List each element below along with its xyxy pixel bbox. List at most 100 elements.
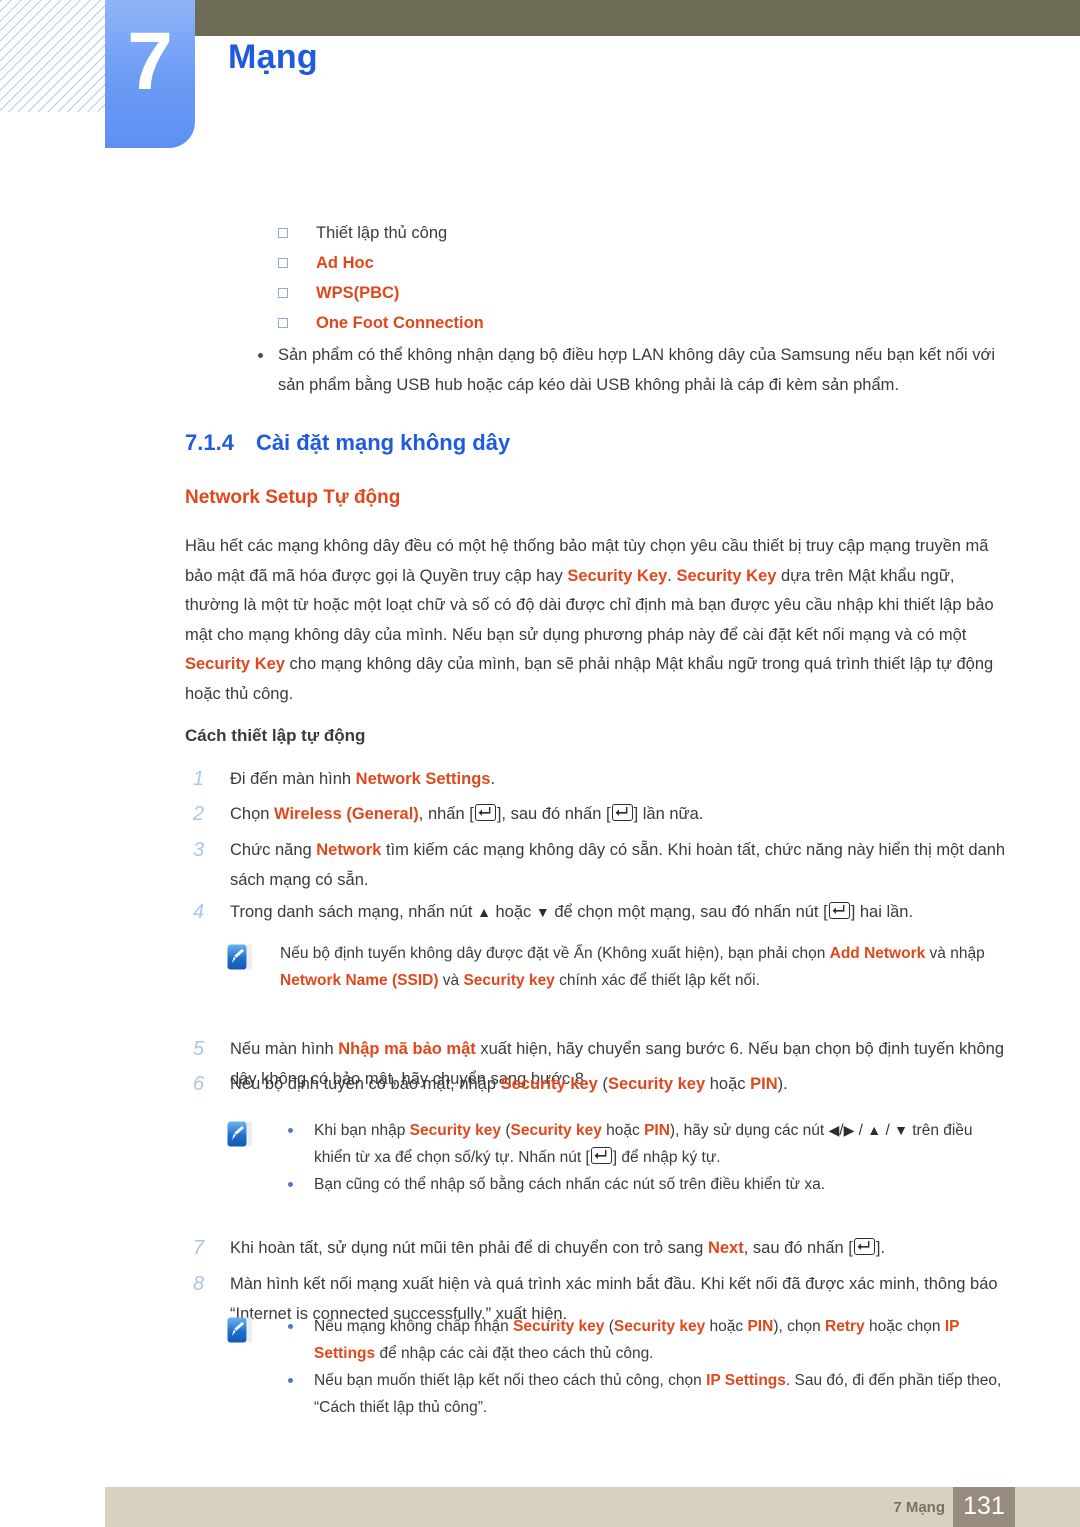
note-bullet-item: Bạn cũng có thể nhập số bằng cách nhấn c… (280, 1171, 1010, 1198)
round-bullet-icon (258, 353, 263, 358)
product-note-bullet: Sản phẩm có thể không nhận dạng bộ điều … (244, 340, 1013, 400)
square-bullet-icon (278, 258, 288, 268)
note-body: Nếu mạng không chấp nhận Security key (S… (280, 1313, 1010, 1421)
page-number: 131 (963, 1492, 1005, 1520)
step-text: Chọn Wireless (General), nhấn [], sau đó… (230, 804, 704, 823)
step-number: 1 (193, 768, 205, 790)
page-header: 7 Mạng (0, 0, 1080, 160)
keyword: Retry (825, 1318, 865, 1335)
keyword: Security key (613, 1318, 706, 1335)
square-bullet-icon (278, 228, 288, 238)
step-text: Đi đến màn hình Network Settings. (230, 770, 496, 788)
procedure-step: 4 Trong danh sách mạng, nhấn nút ▲ hoặc ▼… (185, 898, 1010, 928)
chapter-number: 7 (127, 16, 173, 107)
direction-arrow-icon: ▼ (894, 1122, 908, 1138)
direction-arrow-icon: ▼ (535, 904, 550, 920)
section-heading: 7.1.4 Cài đặt mạng không dây (185, 430, 510, 456)
keyword: Security key (513, 1318, 605, 1335)
keyword: Nhập mã bảo mật (338, 1040, 476, 1058)
list-item: One Foot Connection (278, 308, 1080, 338)
list-item: WPS(PBC) (278, 278, 1080, 308)
keyword: PIN (750, 1075, 778, 1093)
sub-bullet-label: Ad Hoc (316, 254, 374, 272)
keyword: Security key (409, 1122, 502, 1139)
feature-sub-bullet-list: Thiết lập thủ công Ad Hoc WPS(PBC) One Foot… (0, 218, 1080, 338)
step-number: 6 (193, 1073, 205, 1095)
sub-bullet-label: Thiết lập thủ công (316, 224, 448, 242)
chapter-title: Mạng (228, 38, 318, 76)
square-bullet-icon (278, 288, 288, 298)
step-text: Khi hoàn tất, sử dụng nút mũi tên phải đ… (230, 1238, 886, 1257)
note-pen-icon (227, 944, 253, 970)
note-bullet-item: Nếu bạn muốn thiết lập kết nối theo cách… (280, 1367, 1010, 1421)
step-number: 7 (193, 1237, 205, 1259)
section-subtitle: Network Setup Tự động (185, 487, 401, 508)
round-bullet-icon (288, 1324, 293, 1329)
keyword: Wireless (General) (274, 805, 419, 823)
step-number: 4 (193, 901, 205, 923)
square-bullet-icon (278, 318, 288, 328)
procedure-step: 1 Đi đến màn hình Network Settings. (185, 765, 1010, 795)
step-number: 3 (193, 839, 205, 861)
keyword: Add Network (829, 945, 926, 962)
note-line: Nếu bộ định tuyến không dây được đặt về … (280, 945, 985, 989)
keyword: PIN (644, 1122, 670, 1139)
note-pen-icon (227, 1317, 253, 1343)
step-text: Nếu bộ định tuyến có bảo mật, nhập Secur… (230, 1075, 788, 1093)
enter-key-icon (611, 804, 633, 821)
round-bullet-icon (288, 1182, 293, 1187)
round-bullet-icon (288, 1128, 293, 1133)
page-footer: 7 Mạng 131 (105, 1487, 1080, 1527)
section-title: Cài đặt mạng không dây (255, 430, 511, 455)
note-bullet-item: Khi bạn nhập Security key (Security key … (280, 1117, 1010, 1171)
chapter-tab: 7 (105, 0, 195, 148)
step-number: 8 (193, 1273, 205, 1295)
keyword: PIN (747, 1318, 774, 1335)
keyword: Security key (510, 1122, 602, 1139)
direction-arrow-icon: ◀ (828, 1122, 840, 1138)
note-box: Nếu bộ định tuyến không dây được đặt về … (185, 940, 1010, 994)
enter-key-icon (853, 1238, 875, 1255)
keyword: Security Key (567, 566, 668, 585)
enter-key-icon (474, 804, 496, 821)
step-number: 5 (193, 1038, 205, 1060)
direction-arrow-icon: ▲ (477, 904, 491, 920)
keyword: Network Settings (355, 770, 491, 788)
step-number: 2 (193, 803, 205, 825)
section-number: 7.1.4 (185, 430, 234, 455)
note-body: Nếu bộ định tuyến không dây được đặt về … (280, 940, 1010, 994)
sub-bullet-label: WPS(PBC) (316, 284, 400, 302)
direction-arrow-icon: ▲ (867, 1122, 882, 1138)
sub-bullet-label: One Foot Connection (316, 314, 484, 332)
enter-key-icon (828, 902, 850, 919)
list-item: Ad Hoc (278, 248, 1080, 278)
list-item: Thiết lập thủ công (278, 218, 1080, 248)
step-text: Chức năng Network tìm kiếm các mạng khôn… (230, 841, 1006, 889)
keyword: Security key (607, 1075, 706, 1093)
note-box: Nếu mạng không chấp nhận Security key (S… (185, 1313, 1010, 1421)
keyword: Network Name (SSID) (280, 972, 439, 989)
keyword: Security Key (185, 655, 285, 673)
note-box: Khi bạn nhập Security key (Security key … (185, 1117, 1010, 1198)
keyword: Security key (500, 1075, 598, 1093)
step-text: Trong danh sách mạng, nhấn nút ▲ hoặc ▼ … (230, 902, 914, 921)
body-paragraph: Hầu hết các mạng không dây đều có một hệ… (185, 537, 994, 703)
product-note-line-1: Sản phẩm có thể không nhận dạng bộ điều … (278, 346, 968, 364)
procedure-step: 6 Nếu bộ định tuyến có bảo mật, nhập Secu… (185, 1070, 1010, 1100)
procedure-step: 7 Khi hoàn tất, sử dụng nút mũi tên phải … (185, 1234, 1010, 1264)
note-bullet-item: Nếu mạng không chấp nhận Security key (S… (280, 1313, 1010, 1367)
note-pen-icon (227, 1121, 253, 1147)
page-number-box: 131 (953, 1487, 1015, 1527)
keyword: Network (316, 841, 382, 859)
enter-key-icon (590, 1147, 612, 1164)
keyword: Security key (463, 972, 555, 989)
keyword: Next (707, 1239, 744, 1257)
procedure-step: 3 Chức năng Network tìm kiếm các mạng khô… (185, 836, 1010, 895)
procedure-step: 2 Chọn Wireless (General), nhấn [], sau đ… (185, 800, 1010, 830)
round-bullet-icon (288, 1378, 293, 1383)
procedure-heading: Cách thiết lập tự động (185, 726, 366, 745)
direction-arrow-icon: ▶ (843, 1122, 855, 1138)
header-olive-bar (195, 0, 1080, 36)
keyword: Security Key (676, 566, 777, 585)
diagonal-hatch-pattern-icon (0, 0, 108, 112)
